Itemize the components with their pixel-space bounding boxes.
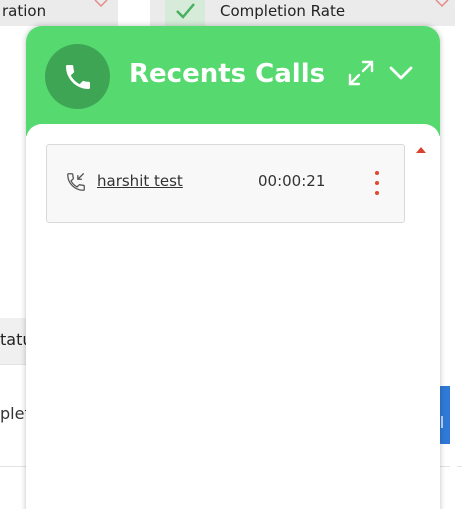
shield-icon (94, 0, 108, 8)
shield-icon (435, 0, 449, 8)
page: ration Completion Rate tatu plet Recents… (0, 0, 462, 509)
page-scrollbar[interactable] (450, 26, 457, 509)
calls-list: harshit test 00:00:21 (26, 124, 440, 509)
background-card-label: ration (2, 2, 47, 20)
background-divider (0, 466, 28, 467)
background-button-glyph (441, 416, 443, 428)
call-item[interactable]: harshit test 00:00:21 (46, 144, 405, 223)
chevron-down-icon (389, 66, 413, 80)
widget-header: Recents Calls (26, 26, 440, 136)
expand-button[interactable] (344, 56, 378, 90)
expand-icon (348, 60, 374, 86)
phone-icon (45, 44, 110, 109)
collapse-button[interactable] (384, 56, 418, 90)
caller-name-link[interactable]: harshit test (97, 172, 183, 190)
incoming-call-icon (65, 171, 87, 197)
background-divider (0, 364, 28, 365)
widget-title: Recents Calls (129, 59, 326, 89)
check-icon (165, 0, 205, 26)
kebab-menu-icon[interactable] (369, 171, 385, 195)
background-card-label: Completion Rate (220, 2, 346, 20)
call-duration: 00:00:21 (258, 172, 326, 190)
scroll-up-arrow-icon[interactable] (416, 147, 426, 153)
recent-calls-widget: Recents Calls harshit test 00:00:21 (26, 26, 440, 509)
